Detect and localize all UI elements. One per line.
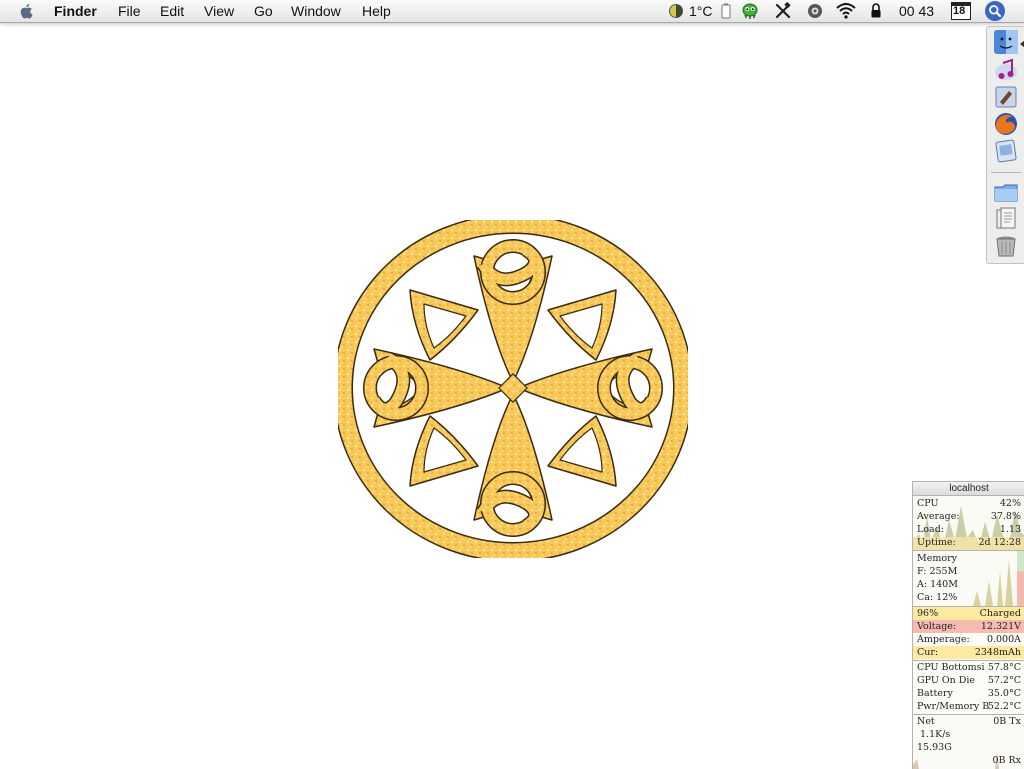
cpu-label: CPU — [917, 498, 939, 509]
temp-label-cpu: CPU Bottomsi — [917, 662, 985, 673]
adium-icon[interactable] — [741, 0, 759, 22]
average-label: Average: — [917, 511, 960, 522]
network-section: Net 0B Tx 1.1K/s 15.93G 0B Rx — [913, 715, 1024, 769]
voltage-label: Voltage: — [917, 621, 957, 632]
monitor-host: localhost — [913, 482, 1024, 496]
calendar-day: 18 — [953, 5, 966, 17]
net-rate: 1.1K/s — [920, 729, 951, 740]
menubar-clock[interactable]: 00 43 — [899, 3, 934, 19]
battery-percent: 96% — [917, 608, 939, 619]
lock-icon[interactable] — [869, 0, 883, 22]
battery-section: 96% Charged Voltage: 12.321V Amperage: 0.00… — [913, 607, 1024, 661]
firefox-icon[interactable] — [993, 111, 1019, 137]
capacity-value: 2348mAh — [974, 647, 1021, 658]
temp-label-battery: Battery — [917, 688, 953, 699]
menu-view[interactable]: View — [204, 3, 234, 19]
temp-label-gpu: GPU On Die — [917, 675, 976, 686]
preview-icon[interactable] — [993, 138, 1019, 164]
capacity-label: Cur: — [917, 647, 939, 658]
spotlight-search-icon[interactable] — [983, 0, 1007, 22]
temp-value-pwr-memory: 52.2°C — [987, 701, 1021, 712]
memory-section: Memory F: 255M A: 140M Ca: 12% — [913, 551, 1024, 607]
apple-menu-icon[interactable] — [18, 2, 36, 20]
temperature-section: CPU Bottomsi 57.8°C GPU On Die 57.2°C Batt… — [913, 661, 1024, 715]
menu-bar: Finder File Edit View Go Window Help 1°C — [0, 0, 1024, 23]
gear-icon[interactable] — [806, 0, 824, 22]
net-total: 15.93G — [917, 742, 952, 753]
memory-active: A: 140M — [917, 579, 958, 590]
amperage-label: Amperage: — [917, 634, 970, 645]
amperage-value: 0.000A — [986, 634, 1021, 645]
net-label: Net — [917, 716, 935, 727]
menu-edit[interactable]: Edit — [160, 3, 184, 19]
battery-state: Charged — [979, 608, 1021, 619]
tools-icon[interactable] — [774, 0, 792, 22]
cpu-section: CPU 42% Average: 37.8% Load: 1.13 Uptime: 2d… — [913, 496, 1024, 551]
menu-file[interactable]: File — [118, 3, 141, 19]
temp-value-cpu: 57.8°C — [987, 662, 1021, 673]
load-value: 1.13 — [999, 524, 1021, 535]
dock-running-indicator — [1020, 40, 1024, 48]
net-tx: 0B Tx — [993, 716, 1021, 727]
menu-help[interactable]: Help — [362, 3, 391, 19]
load-label: Load: — [917, 524, 944, 535]
mail-icon[interactable] — [993, 84, 1019, 110]
uptime-label: Uptime: — [917, 537, 956, 548]
net-rx: 0B Rx — [992, 755, 1021, 766]
menu-finder[interactable]: Finder — [54, 3, 97, 19]
dock-separator — [991, 172, 1021, 173]
calendar-icon[interactable]: 18 — [951, 2, 971, 20]
documents-stack-icon[interactable] — [993, 206, 1019, 232]
uptime-value: 2d 12:28 — [978, 537, 1021, 548]
voltage-value: 12.321V — [980, 621, 1021, 632]
applications-folder-icon[interactable] — [993, 179, 1019, 205]
system-monitor-widget: localhost CPU 42% Average: 37.8% Load: 1.13… — [912, 481, 1024, 769]
temp-value-gpu: 57.2°C — [987, 675, 1021, 686]
trash-icon[interactable] — [993, 233, 1019, 259]
wifi-icon[interactable] — [835, 0, 857, 22]
menu-go[interactable]: Go — [254, 3, 273, 19]
battery-icon[interactable] — [719, 0, 733, 22]
itunes-icon[interactable] — [993, 57, 1019, 83]
celtic-knot-wallpaper — [338, 220, 688, 558]
menu-window[interactable]: Window — [291, 3, 341, 19]
memory-cache: Ca: 12% — [917, 592, 958, 603]
memory-title: Memory — [917, 553, 957, 564]
cpu-value: 42% — [999, 498, 1021, 509]
dock — [986, 26, 1024, 264]
temperature-readout: 1°C — [689, 3, 713, 19]
finder-icon[interactable] — [993, 29, 1019, 55]
temp-label-pwr-memory: Pwr/Memory B — [917, 701, 990, 712]
average-value: 37.8% — [990, 511, 1021, 522]
weather-icon[interactable] — [668, 0, 684, 22]
memory-free: F: 255M — [917, 566, 958, 577]
temp-value-battery: 35.0°C — [987, 688, 1021, 699]
